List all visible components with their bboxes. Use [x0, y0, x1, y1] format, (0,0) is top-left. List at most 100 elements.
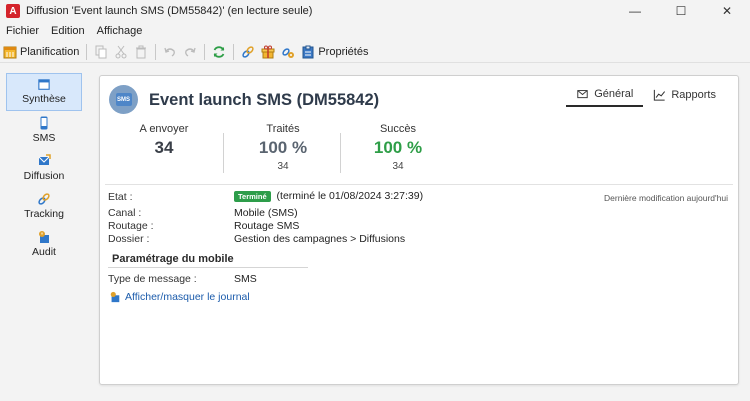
envelope-icon	[577, 89, 588, 98]
close-button[interactable]: ✕	[704, 0, 750, 22]
proprietes-button[interactable]: Propriétés	[298, 42, 371, 62]
calendar-icon	[3, 46, 17, 58]
routage-label: Routage :	[108, 220, 154, 232]
undo-icon	[164, 47, 176, 57]
copy-button[interactable]	[91, 42, 111, 62]
nav-label: Audit	[32, 246, 56, 258]
etat-label: Etat :	[108, 191, 133, 203]
mobile-icon	[40, 116, 48, 130]
toggle-journal-link[interactable]: Afficher/masquer le journal	[109, 291, 250, 303]
planification-button[interactable]: Planification	[0, 42, 82, 62]
window-title: Diffusion 'Event launch SMS (DM55842)' (…	[26, 5, 313, 17]
copy-icon	[95, 45, 107, 58]
app-logo-icon: A	[6, 4, 20, 18]
toolbar-separator	[233, 43, 235, 60]
stat-divider	[340, 133, 341, 173]
section-underline	[108, 267, 308, 268]
canal-label: Canal :	[108, 207, 142, 219]
undo-button[interactable]	[160, 42, 180, 62]
sms-channel-icon: SMS	[109, 85, 138, 114]
etat-text: (terminé le 01/08/2024 3:27:39)	[276, 190, 424, 202]
canal-value: Mobile (SMS)	[234, 207, 298, 219]
link-settings-icon	[282, 47, 295, 58]
stat-label: A envoyer	[139, 123, 189, 135]
nav-label: Diffusion	[23, 170, 65, 182]
view-tabs: Général Rapports	[566, 88, 726, 107]
cut-button[interactable]	[111, 42, 131, 62]
window-icon	[38, 79, 50, 90]
nav-item-audit[interactable]: Audit	[6, 225, 82, 263]
gift-icon	[261, 45, 275, 58]
toolbar: Planification Propriétés	[0, 41, 750, 63]
refresh-button[interactable]	[209, 42, 229, 62]
toolbar-separator	[155, 43, 157, 60]
window-controls: — ☐ ✕	[612, 0, 750, 22]
stat-value: 100 %	[258, 138, 308, 157]
nav-label: Tracking	[24, 208, 64, 220]
page-title: Event launch SMS (DM55842)	[149, 91, 380, 109]
tab-label: Général	[594, 88, 634, 100]
sms-badge-text: SMS	[115, 93, 132, 106]
trash-icon	[136, 45, 147, 58]
delivery-header: SMS Event launch SMS (DM55842) Général R…	[100, 76, 738, 121]
tracking-link-icon	[38, 193, 50, 205]
nav-item-synthese[interactable]: Synthèse	[6, 73, 82, 111]
menu-bar: Fichier Edition Affichage	[0, 22, 750, 39]
menu-edition[interactable]: Edition	[45, 25, 91, 37]
minimize-button[interactable]: —	[612, 0, 658, 22]
gift-button[interactable]	[258, 42, 278, 62]
journal-link-label: Afficher/masquer le journal	[125, 291, 250, 303]
stat-sub: 34	[392, 161, 404, 172]
send-mail-icon	[38, 154, 51, 165]
redo-button[interactable]	[180, 42, 200, 62]
nav-item-sms[interactable]: SMS	[6, 111, 82, 149]
dossier-label: Dossier :	[108, 233, 150, 245]
delivery-stats: A envoyer 34 Traités 100 % 34 Succès 100…	[100, 123, 738, 181]
menu-affichage[interactable]: Affichage	[91, 25, 149, 37]
type-message-label: Type de message :	[108, 273, 197, 285]
nav-label: SMS	[32, 132, 56, 144]
stat-traites: Traités 100 % 34	[228, 123, 338, 172]
delete-button[interactable]	[131, 42, 151, 62]
routage-value: Routage SMS	[234, 220, 300, 232]
stat-label: Succès	[379, 123, 417, 135]
maximize-button[interactable]: ☐	[658, 0, 704, 22]
proprietes-label: Propriétés	[318, 45, 369, 58]
tracking-settings-button[interactable]	[278, 42, 298, 62]
last-modified: Dernière modification aujourd'hui	[604, 193, 728, 203]
clipboard-icon	[302, 45, 314, 58]
delivery-summary-panel: SMS Event launch SMS (DM55842) Général R…	[99, 75, 739, 385]
audit-icon	[110, 291, 120, 303]
stat-value: 100 %	[373, 138, 423, 157]
stat-label: Traités	[266, 123, 300, 135]
nav-item-tracking[interactable]: Tracking	[6, 187, 82, 225]
stat-sub: 34	[277, 161, 289, 172]
link-icon	[242, 45, 255, 58]
mobile-section-title: Paramétrage du mobile	[112, 253, 234, 265]
stat-divider	[223, 133, 224, 173]
section-divider	[105, 184, 733, 185]
stat-a-envoyer: A envoyer 34	[109, 123, 219, 161]
refresh-icon	[214, 45, 225, 58]
dossier-value: Gestion des campagnes > Diffusions	[234, 233, 406, 245]
stat-succes: Succès 100 % 34	[343, 123, 453, 172]
toolbar-separator	[204, 43, 206, 60]
etat-value: Terminé (terminé le 01/08/2024 3:27:39)	[234, 190, 423, 202]
menu-fichier[interactable]: Fichier	[0, 25, 45, 37]
left-navigation: Synthèse SMS Diffusion Tracking Audit	[0, 68, 92, 401]
tab-general[interactable]: Général	[566, 88, 644, 107]
tab-rapports[interactable]: Rapports	[643, 88, 726, 107]
redo-icon	[185, 47, 196, 57]
planification-label: Planification	[20, 45, 80, 58]
audit-icon	[39, 231, 49, 243]
tab-label: Rapports	[671, 89, 716, 101]
type-message-value: SMS	[234, 273, 257, 285]
link-button[interactable]	[238, 42, 258, 62]
nav-item-diffusion[interactable]: Diffusion	[6, 149, 82, 187]
title-bar: A Diffusion 'Event launch SMS (DM55842)'…	[0, 0, 750, 22]
chart-line-icon	[654, 89, 666, 101]
stat-value: 34	[154, 138, 174, 157]
toolbar-separator	[86, 43, 88, 60]
scissors-icon	[115, 45, 127, 58]
nav-label: Synthèse	[22, 93, 66, 105]
